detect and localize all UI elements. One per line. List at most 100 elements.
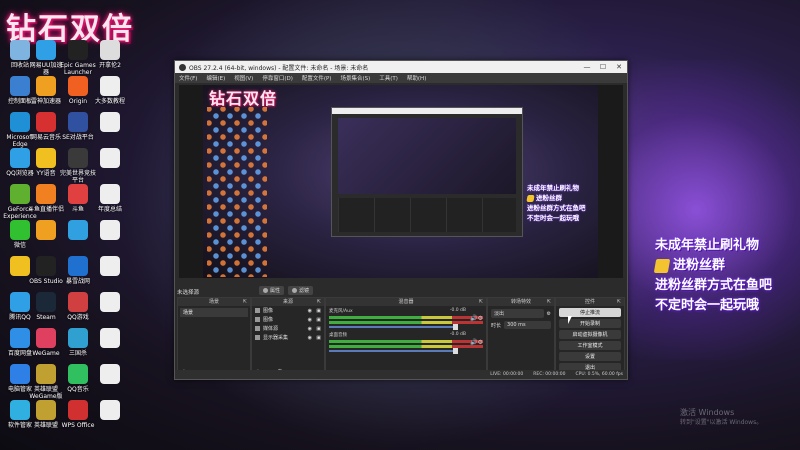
desktop-icon[interactable] [92, 112, 128, 134]
menu-file[interactable]: 文件(F) [179, 74, 197, 82]
lock-icon[interactable]: ▣ [316, 308, 321, 314]
scene-list-item[interactable]: 场景 [180, 308, 248, 317]
app-icon [100, 256, 120, 276]
duration-input[interactable]: 300 ms [504, 321, 551, 329]
desktop-icon[interactable]: SE对战平台 [60, 112, 96, 141]
desktop-icon[interactable]: 开拿伦2 [92, 40, 128, 69]
desktop-icon[interactable] [92, 292, 128, 314]
speaker-icon[interactable]: 🔊⚙ [470, 339, 483, 346]
lock-icon[interactable]: ▣ [316, 317, 321, 323]
media-icon [255, 326, 260, 331]
desktop-icon[interactable] [92, 400, 128, 422]
transitions-title: 转场特效 [510, 299, 531, 305]
volume-slider[interactable] [329, 348, 459, 354]
desktop-icon[interactable] [28, 220, 64, 242]
filters-button[interactable]: 滤镜 [288, 286, 314, 295]
dock-float-icon[interactable]: ⇱ [617, 298, 621, 306]
dock-float-icon[interactable]: ⇱ [317, 298, 321, 306]
gear-icon[interactable]: ⚙ [547, 311, 551, 317]
settings-button[interactable]: 设置 [559, 352, 621, 361]
lock-icon[interactable]: ▣ [316, 326, 321, 332]
menu-profile[interactable]: 配置文件(P) [302, 74, 332, 82]
menu-tools[interactable]: 工具(T) [379, 74, 398, 82]
volume-slider[interactable] [329, 324, 459, 330]
obs-window[interactable]: OBS 27.2.4 (64-bit, windows) - 配置文件: 未命名… [174, 60, 628, 380]
desktop-icon[interactable]: Steam [28, 292, 64, 321]
source-item-3[interactable]: 媒体源 ◉ ▣ [252, 324, 324, 333]
start-virtual-camera-button[interactable]: 启动虚拟摄像机 [559, 330, 621, 339]
window-controls: — ☐ ✕ [579, 61, 627, 73]
eye-icon[interactable]: ◉ [308, 317, 312, 323]
desktop-icon[interactable]: 网易UU加速器 [28, 40, 64, 76]
app-icon [10, 364, 30, 384]
app-icon [36, 220, 56, 240]
desktop-icon[interactable]: 网易云音乐 [28, 112, 64, 141]
desktop-icon[interactable]: QQ音乐 [60, 364, 96, 393]
eye-icon[interactable]: ◉ [308, 308, 312, 314]
dock-float-icon[interactable]: ⇱ [243, 298, 247, 306]
desktop-icon[interactable]: Epic Games Launcher [60, 40, 96, 76]
desktop-icon[interactable]: 英雄联盟WeGame版 [28, 364, 64, 400]
desktop-icon-label: 暴雪战网 [65, 278, 90, 285]
source-item-1[interactable]: 图像 ◉ ▣ [252, 306, 324, 315]
desktop-icon-label: 斗鱼 [71, 206, 84, 213]
desktop-icon[interactable]: 三国杀 [60, 328, 96, 357]
desktop-icon[interactable]: OBS Studio [28, 256, 64, 285]
desktop-icon[interactable]: Origin [60, 76, 96, 105]
transition-select[interactable]: 淡出 [491, 309, 544, 318]
lock-icon[interactable]: ▣ [316, 335, 321, 341]
properties-button[interactable]: 属性 [259, 286, 285, 295]
app-icon [10, 76, 30, 96]
eye-icon[interactable]: ◉ [308, 326, 312, 332]
obs-titlebar[interactable]: OBS 27.2.4 (64-bit, windows) - 配置文件: 未命名… [175, 61, 627, 73]
desktop-icon[interactable]: YY语音 [28, 148, 64, 177]
menu-help[interactable]: 帮助(H) [407, 74, 426, 82]
overlay-line-2: 进粉丝群 [653, 256, 772, 276]
source-item-2[interactable]: 图像 ◉ ▣ [252, 315, 324, 324]
filters-label: 滤镜 [299, 288, 310, 294]
mixer-channel-mic: 麦克风/Aux -0.0 dB 🔊⚙ [326, 306, 486, 330]
desktop-icon[interactable] [92, 148, 128, 170]
desktop-icon[interactable]: 暴雪战网 [60, 256, 96, 285]
speaker-icon[interactable]: 🔊⚙ [470, 315, 483, 322]
source-item-4[interactable]: 显示器采集 ◉ ▣ [252, 333, 324, 342]
desktop-icon[interactable]: 年度总结 [92, 184, 128, 213]
dock-float-icon[interactable]: ⇱ [479, 298, 483, 306]
slider-handle[interactable] [453, 348, 459, 354]
nested-preview [338, 118, 516, 194]
menu-view[interactable]: 视图(V) [234, 74, 253, 82]
preview-overlay-line-3: 进粉丝群方式在鱼吧 [527, 204, 586, 212]
studio-mode-button[interactable]: 工作室模式 [559, 341, 621, 350]
menu-scene-collection[interactable]: 场景集合(S) [340, 74, 370, 82]
app-icon [68, 364, 88, 384]
desktop-icon[interactable] [92, 364, 128, 386]
dock-float-icon[interactable]: ⇱ [547, 298, 551, 306]
obs-preview[interactable]: 钻石双倍 未成年禁止刷礼物 进粉丝群 进粉丝群方式在鱼吧 不定时会一起玩哦 [179, 85, 623, 278]
desktop-icon[interactable] [92, 220, 128, 242]
desktop-icon[interactable]: 大多数教程 [92, 76, 128, 105]
app-icon [100, 112, 120, 132]
close-button[interactable]: ✕ [611, 61, 627, 73]
desktop-icon-label: 开拿伦2 [99, 62, 121, 69]
desktop-icon[interactable]: QQ游戏 [60, 292, 96, 321]
eye-icon[interactable]: ◉ [308, 335, 312, 341]
nested-titlebar [332, 108, 522, 114]
desktop-icon[interactable]: WeGame [28, 328, 64, 357]
desktop-icon[interactable] [92, 256, 128, 278]
desktop-icon[interactable]: 英雄联盟 [28, 400, 64, 429]
desktop-icon[interactable] [60, 220, 96, 242]
desktop-icon-label: Epic Games Launcher [60, 62, 96, 76]
minimize-button[interactable]: — [579, 61, 595, 73]
menu-docks[interactable]: 停靠窗口(D) [262, 74, 293, 82]
desktop-icon-label: SE对战平台 [62, 134, 94, 141]
desktop-icon[interactable]: 雷神加速器 [28, 76, 64, 105]
desktop-icon[interactable]: 斗鱼直播伴侣 [28, 184, 64, 213]
desktop-icon-label: Origin [68, 98, 88, 105]
desktop-icon[interactable] [92, 328, 128, 350]
desktop-icon[interactable]: 完美世界竞技平台 [60, 148, 96, 184]
desktop-icon[interactable]: WPS Office [60, 400, 96, 429]
maximize-button[interactable]: ☐ [595, 61, 611, 73]
menu-edit[interactable]: 编辑(E) [206, 74, 225, 82]
controls-title: 控件 [584, 299, 595, 305]
desktop-icon[interactable]: 斗鱼 [60, 184, 96, 213]
